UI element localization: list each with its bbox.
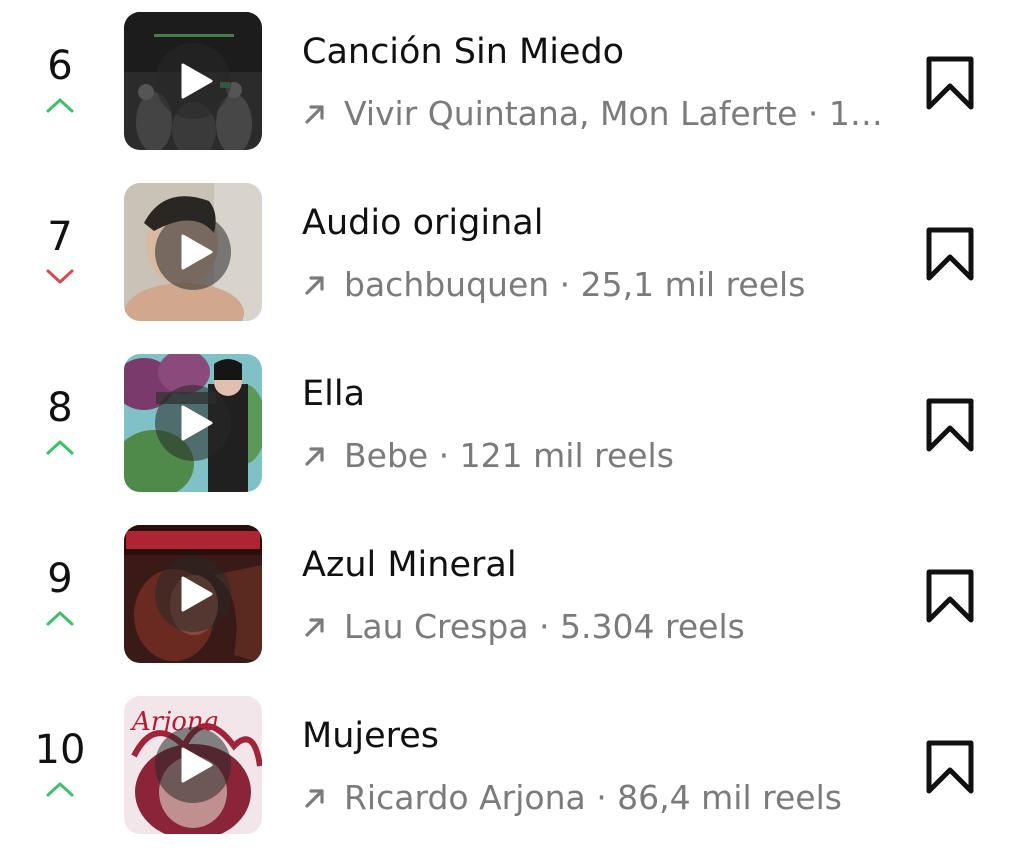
rank-number: 9 xyxy=(47,556,73,602)
rank-indicator: 9 xyxy=(20,555,100,627)
trending-arrow-icon xyxy=(305,105,324,124)
bookmark-icon[interactable] xyxy=(922,396,978,454)
track-title[interactable]: Mujeres xyxy=(302,714,439,758)
track-artist-reels: Bebe · 121 mil reels xyxy=(344,436,674,475)
rank-number: 10 xyxy=(34,727,86,773)
rank-number: 6 xyxy=(47,43,73,89)
track-title[interactable]: Canción Sin Miedo xyxy=(302,30,624,74)
trend-up-icon xyxy=(46,440,74,455)
album-cover[interactable] xyxy=(124,525,262,663)
bookmark-icon[interactable] xyxy=(922,54,978,112)
bookmark-icon[interactable] xyxy=(922,567,978,625)
track-subtitle[interactable]: bachbuquen · 25,1 mil reels xyxy=(302,263,892,307)
play-button[interactable] xyxy=(155,385,231,461)
track-artist-reels: Vivir Quintana, Mon Laferte · 10,... xyxy=(344,94,892,133)
trending-arrow-icon xyxy=(305,276,324,295)
track-row[interactable]: 6 Canción Sin Miedo Vivir Quintana, Mon … xyxy=(0,0,1024,150)
track-artist-reels: bachbuquen · 25,1 mil reels xyxy=(344,265,806,304)
track-title[interactable]: Audio original xyxy=(302,201,543,245)
track-subtitle[interactable]: Bebe · 121 mil reels xyxy=(302,434,892,478)
trending-arrow-icon xyxy=(305,618,324,637)
play-button[interactable] xyxy=(155,214,231,290)
track-subtitle[interactable]: Ricardo Arjona · 86,4 mil reels xyxy=(302,776,892,820)
track-subtitle[interactable]: Lau Crespa · 5.304 reels xyxy=(302,605,892,649)
play-icon xyxy=(181,63,213,99)
trending-arrow-icon xyxy=(305,447,324,466)
play-icon xyxy=(181,234,213,270)
trend-down-icon xyxy=(46,269,74,284)
trending-audio-list: 6 Canción Sin Miedo Vivir Quintana, Mon … xyxy=(0,0,1024,860)
track-title[interactable]: Ella xyxy=(302,372,365,416)
album-cover[interactable] xyxy=(124,12,262,150)
play-button[interactable] xyxy=(155,556,231,632)
album-cover[interactable]: Arjona xyxy=(124,696,262,834)
track-artist-reels: Lau Crespa · 5.304 reels xyxy=(344,607,745,646)
rank-number: 7 xyxy=(47,214,73,260)
rank-indicator: 10 xyxy=(20,726,100,798)
track-subtitle[interactable]: Vivir Quintana, Mon Laferte · 10,... xyxy=(302,92,892,136)
bookmark-icon[interactable] xyxy=(922,225,978,283)
rank-indicator: 7 xyxy=(20,213,100,285)
rank-number: 8 xyxy=(47,385,73,431)
track-row[interactable]: 10 Arjona Mujeres Ricardo Arjona · 86,4 … xyxy=(0,684,1024,834)
track-artist-reels: Ricardo Arjona · 86,4 mil reels xyxy=(344,778,842,817)
play-button[interactable] xyxy=(155,727,231,803)
play-button[interactable] xyxy=(155,43,231,119)
rank-indicator: 8 xyxy=(20,384,100,456)
bookmark-icon[interactable] xyxy=(922,738,978,796)
trend-up-icon xyxy=(46,611,74,626)
play-icon xyxy=(181,405,213,441)
trend-up-icon xyxy=(46,782,74,797)
trending-arrow-icon xyxy=(305,789,324,808)
play-icon xyxy=(181,576,213,612)
track-row[interactable]: 8 Ella Bebe · 121 mil reels xyxy=(0,342,1024,492)
album-cover[interactable] xyxy=(124,183,262,321)
play-icon xyxy=(181,747,213,783)
track-row[interactable]: 9 Azul Mineral Lau Crespa · 5.304 reels xyxy=(0,513,1024,663)
track-title[interactable]: Azul Mineral xyxy=(302,543,517,587)
trend-up-icon xyxy=(46,98,74,113)
track-row[interactable]: 7 Audio original bachbuquen · 25,1 mil r… xyxy=(0,171,1024,321)
album-cover[interactable] xyxy=(124,354,262,492)
rank-indicator: 6 xyxy=(20,42,100,114)
